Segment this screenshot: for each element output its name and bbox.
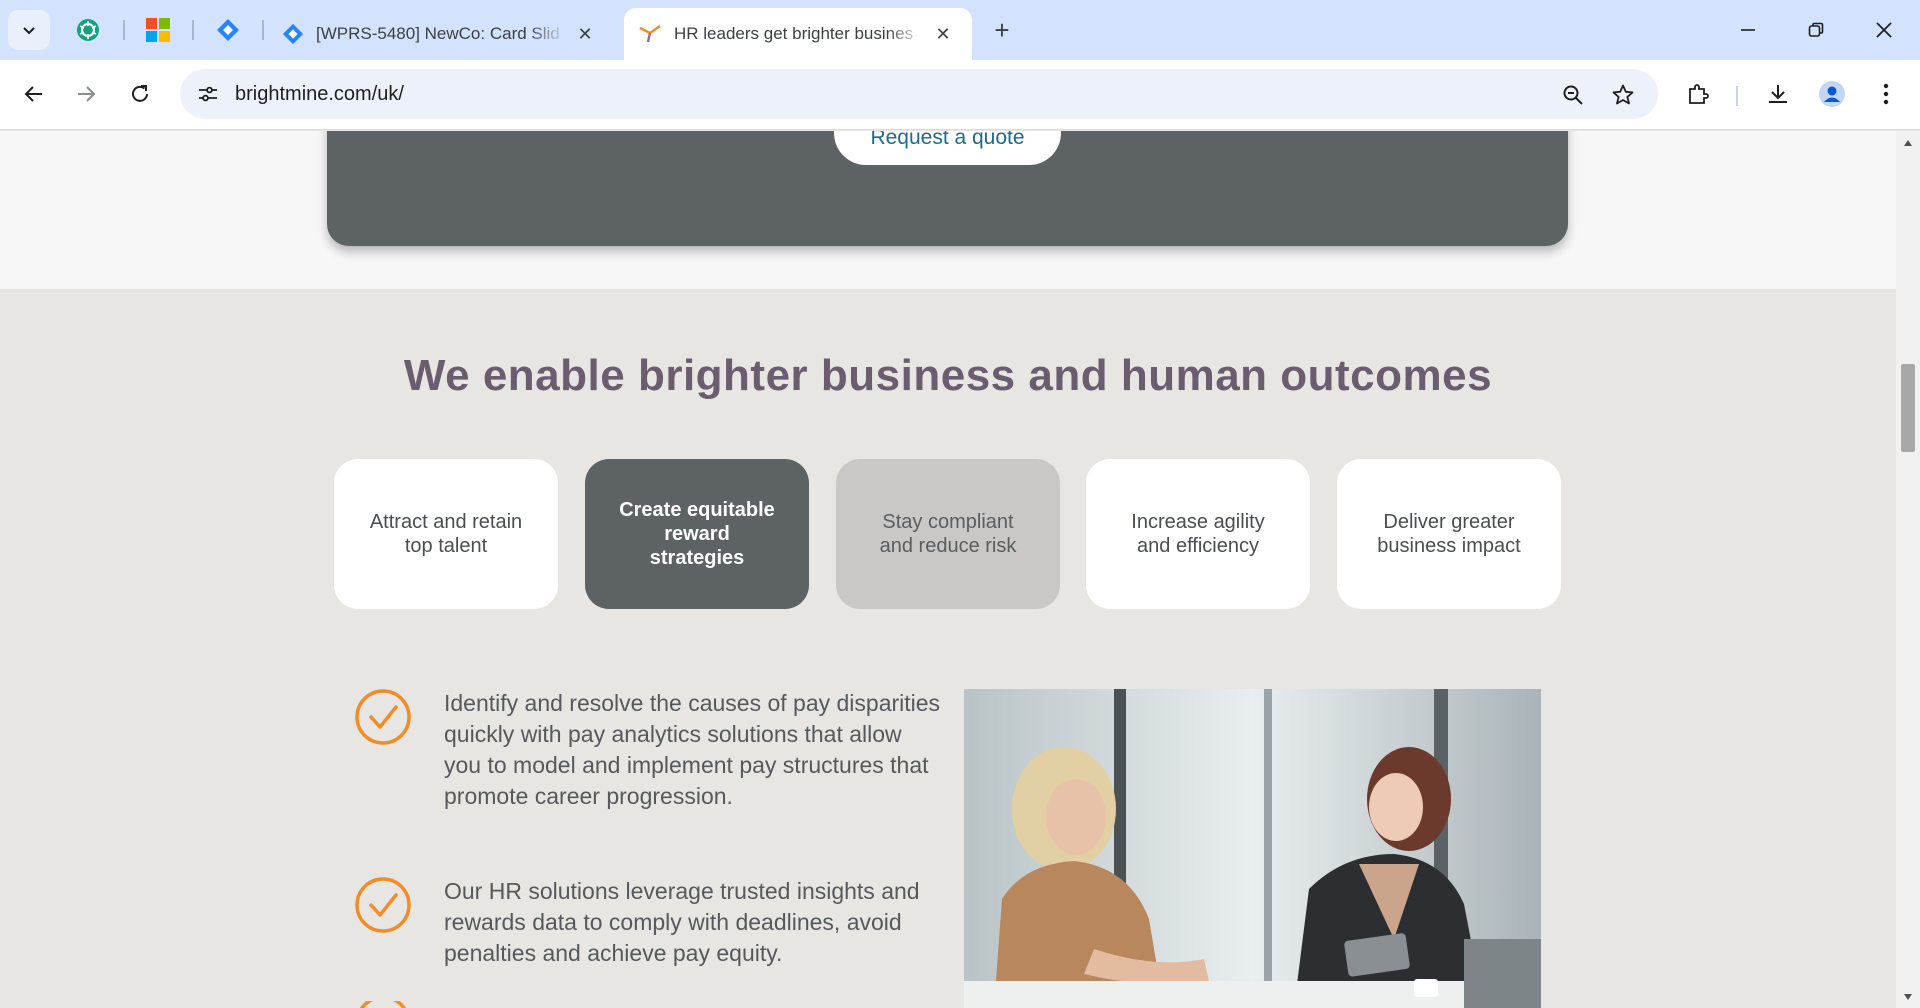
jira-diamond-icon <box>217 19 239 41</box>
tune-icon <box>199 86 217 102</box>
card-stay-compliant[interactable]: Stay compliant and reduce risk <box>836 459 1060 609</box>
card-agility[interactable]: Increase agility and efficiency <box>1086 459 1310 609</box>
tab-separator <box>192 20 194 40</box>
browser-toolbar: brightmine.com/uk/ <box>0 60 1920 130</box>
meeting-photo <box>964 689 1541 1008</box>
scroll-up-arrow[interactable] <box>1902 137 1914 149</box>
jira-diamond-icon <box>282 23 304 45</box>
toolbar-separator <box>1736 86 1738 106</box>
pinned-tab-jira[interactable] <box>210 12 246 48</box>
pinned-tab-microsoft[interactable] <box>140 12 176 48</box>
tab-title: HR leaders get brighter busines <box>674 24 914 43</box>
restore-button[interactable] <box>1794 10 1838 50</box>
menu-button[interactable] <box>1868 76 1904 112</box>
arrow-right-icon <box>78 86 96 102</box>
list-item: Our HR solutions leverage trusted insigh… <box>354 876 934 976</box>
profile-button[interactable] <box>1814 76 1850 112</box>
request-quote-button[interactable]: Request a quote <box>834 131 1061 165</box>
reload-button[interactable] <box>120 74 160 114</box>
triangle-up-icon <box>1904 140 1912 146</box>
close-icon[interactable]: ✕ <box>574 23 596 45</box>
more-vertical-icon <box>1883 83 1889 105</box>
address-bar[interactable]: brightmine.com/uk/ <box>180 69 1658 119</box>
extensions-button[interactable] <box>1680 76 1716 112</box>
bullet-text: Our HR solutions leverage trusted insigh… <box>444 878 920 966</box>
tab-separator <box>123 20 125 40</box>
scroll-down-arrow[interactable] <box>1902 991 1914 1003</box>
downloads-button[interactable] <box>1760 76 1796 112</box>
minimize-icon <box>1741 29 1755 31</box>
triangle-down-icon <box>1904 994 1912 1000</box>
minimize-button[interactable] <box>1726 10 1770 50</box>
back-button[interactable] <box>14 74 54 114</box>
reload-icon <box>132 85 148 102</box>
card-equitable-reward[interactable]: Create equitable reward strategies <box>585 459 809 609</box>
section-headline: We enable brighter business and human ou… <box>403 351 1493 400</box>
tab-brightmine[interactable]: HR leaders get brighter busines ✕ <box>624 8 972 60</box>
arrow-left-icon <box>24 86 42 102</box>
tab-search-button[interactable] <box>8 10 50 50</box>
bullet-text: Identify and resolve the causes of pay d… <box>444 690 941 809</box>
meeting-photo-image <box>964 689 1541 1008</box>
zoom-out-icon <box>1563 85 1583 105</box>
card-attract-talent[interactable]: Attract and retain top talent <box>334 459 558 609</box>
list-item: Identify and resolve the causes of pay d… <box>354 688 940 848</box>
tab-strip: [WPRS-5480] NewCo: Card Slid ✕ HR leader… <box>0 0 1920 60</box>
forward-button[interactable] <box>66 74 106 114</box>
pinned-tab-chatgpt[interactable] <box>70 12 106 48</box>
url-text[interactable]: brightmine.com/uk/ <box>235 83 404 106</box>
card-business-impact[interactable]: Deliver greater business impact <box>1337 459 1561 609</box>
tab-wprs[interactable]: [WPRS-5480] NewCo: Card Slid ✕ <box>268 8 618 60</box>
new-tab-button[interactable]: + <box>986 14 1018 46</box>
star-icon <box>1612 84 1634 105</box>
puzzle-icon <box>1689 84 1709 104</box>
scrollbar-thumb[interactable] <box>1901 364 1915 452</box>
chevron-down-icon <box>23 27 35 35</box>
bookmark-button[interactable] <box>1608 80 1638 110</box>
close-icon[interactable]: ✕ <box>932 23 954 45</box>
restore-icon <box>1808 22 1824 37</box>
page-viewport: Request a quote We enable brighter busin… <box>0 131 1896 1008</box>
zoom-button[interactable] <box>1558 80 1588 110</box>
check-circle-icon <box>359 1001 407 1008</box>
brightmine-logo-icon <box>639 25 661 43</box>
avatar-icon <box>1819 81 1845 107</box>
tab-separator <box>262 20 264 40</box>
site-info-button[interactable] <box>192 79 224 109</box>
close-window-button[interactable] <box>1862 10 1906 50</box>
microsoft-icon <box>146 18 170 42</box>
chatgpt-icon <box>77 19 99 41</box>
tab-title: [WPRS-5480] NewCo: Card Slid <box>316 24 560 43</box>
check-circle-icon <box>355 877 411 933</box>
check-circle-icon <box>355 689 411 745</box>
page-scrollbar[interactable] <box>1896 131 1920 1008</box>
plus-icon: + <box>994 14 1010 45</box>
outcome-tabs: Attract and retain top talent Create equ… <box>334 459 1564 609</box>
download-icon <box>1769 85 1787 103</box>
close-icon <box>1876 22 1892 38</box>
